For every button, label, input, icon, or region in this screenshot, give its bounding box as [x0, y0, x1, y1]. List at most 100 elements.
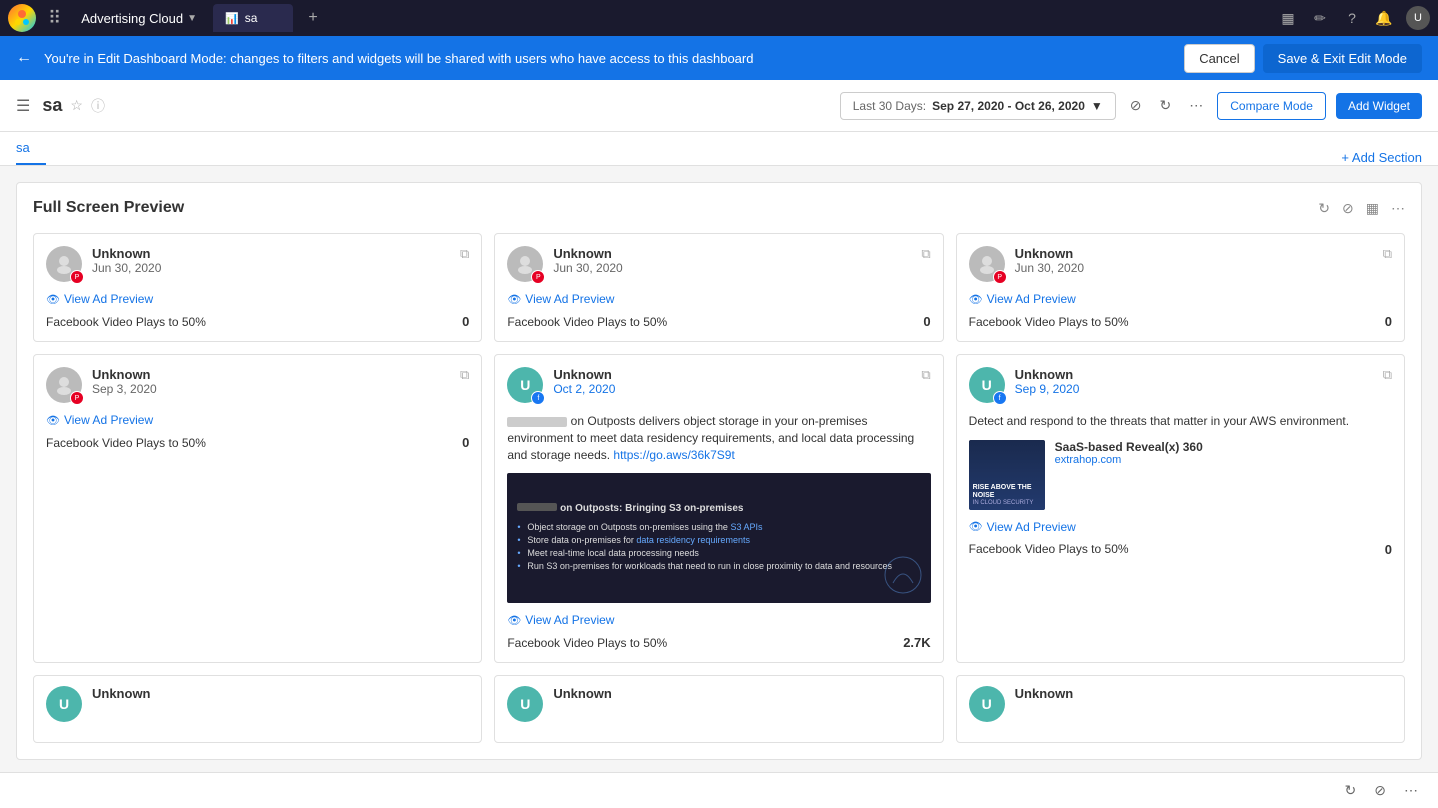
ad-card-6: U f Unknown Sep 9, 2020 ⧉ Detect and res…: [956, 354, 1405, 663]
bottom-avatar-3: U: [969, 686, 1005, 722]
ad-card-3: P Unknown Jun 30, 2020 ⧉ 👁 View Ad Previ…: [956, 233, 1405, 342]
avatar-wrap-2: P: [507, 246, 543, 282]
chart-widget-icon[interactable]: ▦: [1366, 200, 1379, 217]
metric-label-2: Facebook Video Plays to 50%: [507, 315, 667, 329]
metric-label-1: Facebook Video Plays to 50%: [46, 315, 206, 329]
bullet-2: Store data on-premises for data residenc…: [517, 535, 920, 545]
tab-sa[interactable]: sa: [16, 132, 46, 165]
view-ad-label-6: View Ad Preview: [987, 520, 1076, 534]
tab-nav-right: + Add Section: [1341, 150, 1422, 165]
add-tab-button[interactable]: +: [301, 6, 325, 30]
view-ad-label-3: View Ad Preview: [987, 292, 1076, 306]
bottom-user-info-1: Unknown: [92, 686, 469, 701]
copy-icon-4[interactable]: ⧉: [460, 367, 469, 383]
eye-icon-6: 👁: [969, 520, 983, 533]
compare-mode-button[interactable]: Compare Mode: [1217, 92, 1326, 120]
card-metric-5: Facebook Video Plays to 50% 2.7K: [507, 635, 930, 650]
user-avatar[interactable]: U: [1406, 6, 1430, 30]
view-ad-link-5[interactable]: 👁 View Ad Preview: [507, 613, 930, 627]
refresh-widget-icon[interactable]: ↻: [1318, 200, 1330, 217]
help-icon[interactable]: ?: [1342, 8, 1362, 28]
pinterest-badge-3: P: [993, 270, 1007, 284]
bottom-avatar-wrap-1: U: [46, 686, 82, 722]
bottom-card-header-2: U Unknown: [507, 686, 930, 722]
card-username-1: Unknown: [92, 246, 450, 261]
more-widget-icon[interactable]: ⋯: [1391, 200, 1405, 217]
refresh-icon[interactable]: ↻: [1156, 93, 1176, 118]
extrahop-thumbnail: RISE ABOVE THE NOISE IN CLOUD SECURITY: [969, 440, 1045, 510]
back-arrow-icon[interactable]: ←: [16, 49, 32, 67]
eye-icon-2: 👁: [507, 293, 521, 306]
copy-icon-3[interactable]: ⧉: [1383, 246, 1392, 262]
dashboard-tab[interactable]: 📊 sa: [213, 4, 293, 32]
view-ad-link-4[interactable]: 👁 View Ad Preview: [46, 413, 469, 427]
app-logo[interactable]: [8, 4, 36, 32]
bullet-1: Object storage on Outposts on-premises u…: [517, 522, 920, 532]
star-icon[interactable]: ☆: [70, 97, 83, 114]
tab-navigation: sa + Add Section: [0, 132, 1438, 166]
pinterest-badge-1: P: [70, 270, 84, 284]
add-widget-button[interactable]: Add Widget: [1336, 93, 1422, 119]
metric-label-5: Facebook Video Plays to 50%: [507, 636, 667, 650]
widget-section: Full Screen Preview ↻ ⊘ ▦ ⋯ P: [16, 182, 1422, 760]
post-link-5[interactable]: https://go.aws/36k7S9t: [613, 448, 734, 462]
cards-row-2: P Unknown Sep 3, 2020 ⧉ 👁 View Ad Previe…: [33, 354, 1405, 663]
extrahop-text: SaaS-based Reveal(x) 360 extrahop.com: [1055, 440, 1203, 466]
ad-card-2: P Unknown Jun 30, 2020 ⧉ 👁 View Ad Previ…: [494, 233, 943, 342]
more-options-icon[interactable]: ⋯: [1185, 93, 1207, 118]
content-area: Full Screen Preview ↻ ⊘ ▦ ⋯ P: [0, 166, 1438, 794]
add-section-button[interactable]: + Add Section: [1341, 150, 1422, 165]
edit-icon[interactable]: ✏: [1310, 8, 1330, 28]
bottom-refresh-icon[interactable]: ↻: [1341, 778, 1361, 803]
view-ad-link-3[interactable]: 👁 View Ad Preview: [969, 292, 1392, 306]
facebook-badge-6: f: [993, 391, 1007, 405]
card-metric-3: Facebook Video Plays to 50% 0: [969, 314, 1392, 329]
main-toolbar: ☰ sa ☆ ⓘ Last 30 Days: Sep 27, 2020 - Oc…: [0, 80, 1438, 132]
metric-label-4: Facebook Video Plays to 50%: [46, 436, 206, 450]
view-ad-link-6[interactable]: 👁 View Ad Preview: [969, 520, 1392, 534]
bottom-card-3: U Unknown: [956, 675, 1405, 743]
bell-icon[interactable]: 🔔: [1374, 8, 1394, 28]
card-metric-2: Facebook Video Plays to 50% 0: [507, 314, 930, 329]
card-metric-4: Facebook Video Plays to 50% 0: [46, 435, 469, 450]
view-ad-label-2: View Ad Preview: [525, 292, 614, 306]
pinterest-badge-4: P: [70, 391, 84, 405]
filter-icon[interactable]: ⊘: [1126, 93, 1146, 118]
metric-label-6: Facebook Video Plays to 50%: [969, 542, 1129, 556]
avatar-wrap-1: P: [46, 246, 82, 282]
save-exit-button[interactable]: Save & Exit Edit Mode: [1263, 44, 1422, 73]
bottom-avatar-wrap-2: U: [507, 686, 543, 722]
extrahop-domain[interactable]: extrahop.com: [1055, 454, 1203, 466]
copy-icon-6[interactable]: ⧉: [1383, 367, 1392, 383]
copy-icon-5[interactable]: ⧉: [921, 367, 930, 383]
copy-icon-2[interactable]: ⧉: [921, 246, 930, 262]
apps-grid-icon[interactable]: ⠿: [44, 6, 65, 31]
extrahop-thumb-main-text: RISE ABOVE THE NOISE: [973, 484, 1041, 499]
bottom-filter-icon[interactable]: ⊘: [1370, 778, 1390, 803]
eye-icon-4: 👁: [46, 414, 60, 427]
extrahop-content: RISE ABOVE THE NOISE IN CLOUD SECURITY S…: [969, 440, 1392, 510]
view-ad-link-1[interactable]: 👁 View Ad Preview: [46, 292, 469, 306]
avatar-wrap-3: P: [969, 246, 1005, 282]
metric-value-2: 0: [923, 314, 930, 329]
date-range-value: Sep 27, 2020 - Oct 26, 2020: [932, 99, 1085, 113]
cancel-button[interactable]: Cancel: [1184, 44, 1254, 73]
copy-icon-1[interactable]: ⧉: [460, 246, 469, 262]
filter-widget-icon[interactable]: ⊘: [1342, 200, 1354, 217]
product-switcher[interactable]: Advertising Cloud ▼: [73, 7, 205, 30]
edit-mode-bar: ← You're in Edit Dashboard Mode: changes…: [0, 36, 1438, 80]
card-metric-6: Facebook Video Plays to 50% 0: [969, 542, 1392, 557]
card-username-5: Unknown: [553, 367, 911, 382]
calendar-icon[interactable]: ▦: [1278, 8, 1298, 28]
card-username-4: Unknown: [92, 367, 450, 382]
info-icon[interactable]: ⓘ: [91, 96, 105, 116]
hamburger-icon[interactable]: ☰: [16, 96, 30, 116]
date-range-button[interactable]: Last 30 Days: Sep 27, 2020 - Oct 26, 202…: [840, 92, 1116, 120]
view-ad-label-5: View Ad Preview: [525, 613, 614, 627]
view-ad-link-2[interactable]: 👁 View Ad Preview: [507, 292, 930, 306]
metric-value-5: 2.7K: [903, 635, 930, 650]
card-user-info-1: Unknown Jun 30, 2020: [92, 246, 450, 275]
bottom-avatar-wrap-3: U: [969, 686, 1005, 722]
extrahop-headline: SaaS-based Reveal(x) 360: [1055, 440, 1203, 454]
bottom-more-icon[interactable]: ⋯: [1400, 778, 1422, 803]
